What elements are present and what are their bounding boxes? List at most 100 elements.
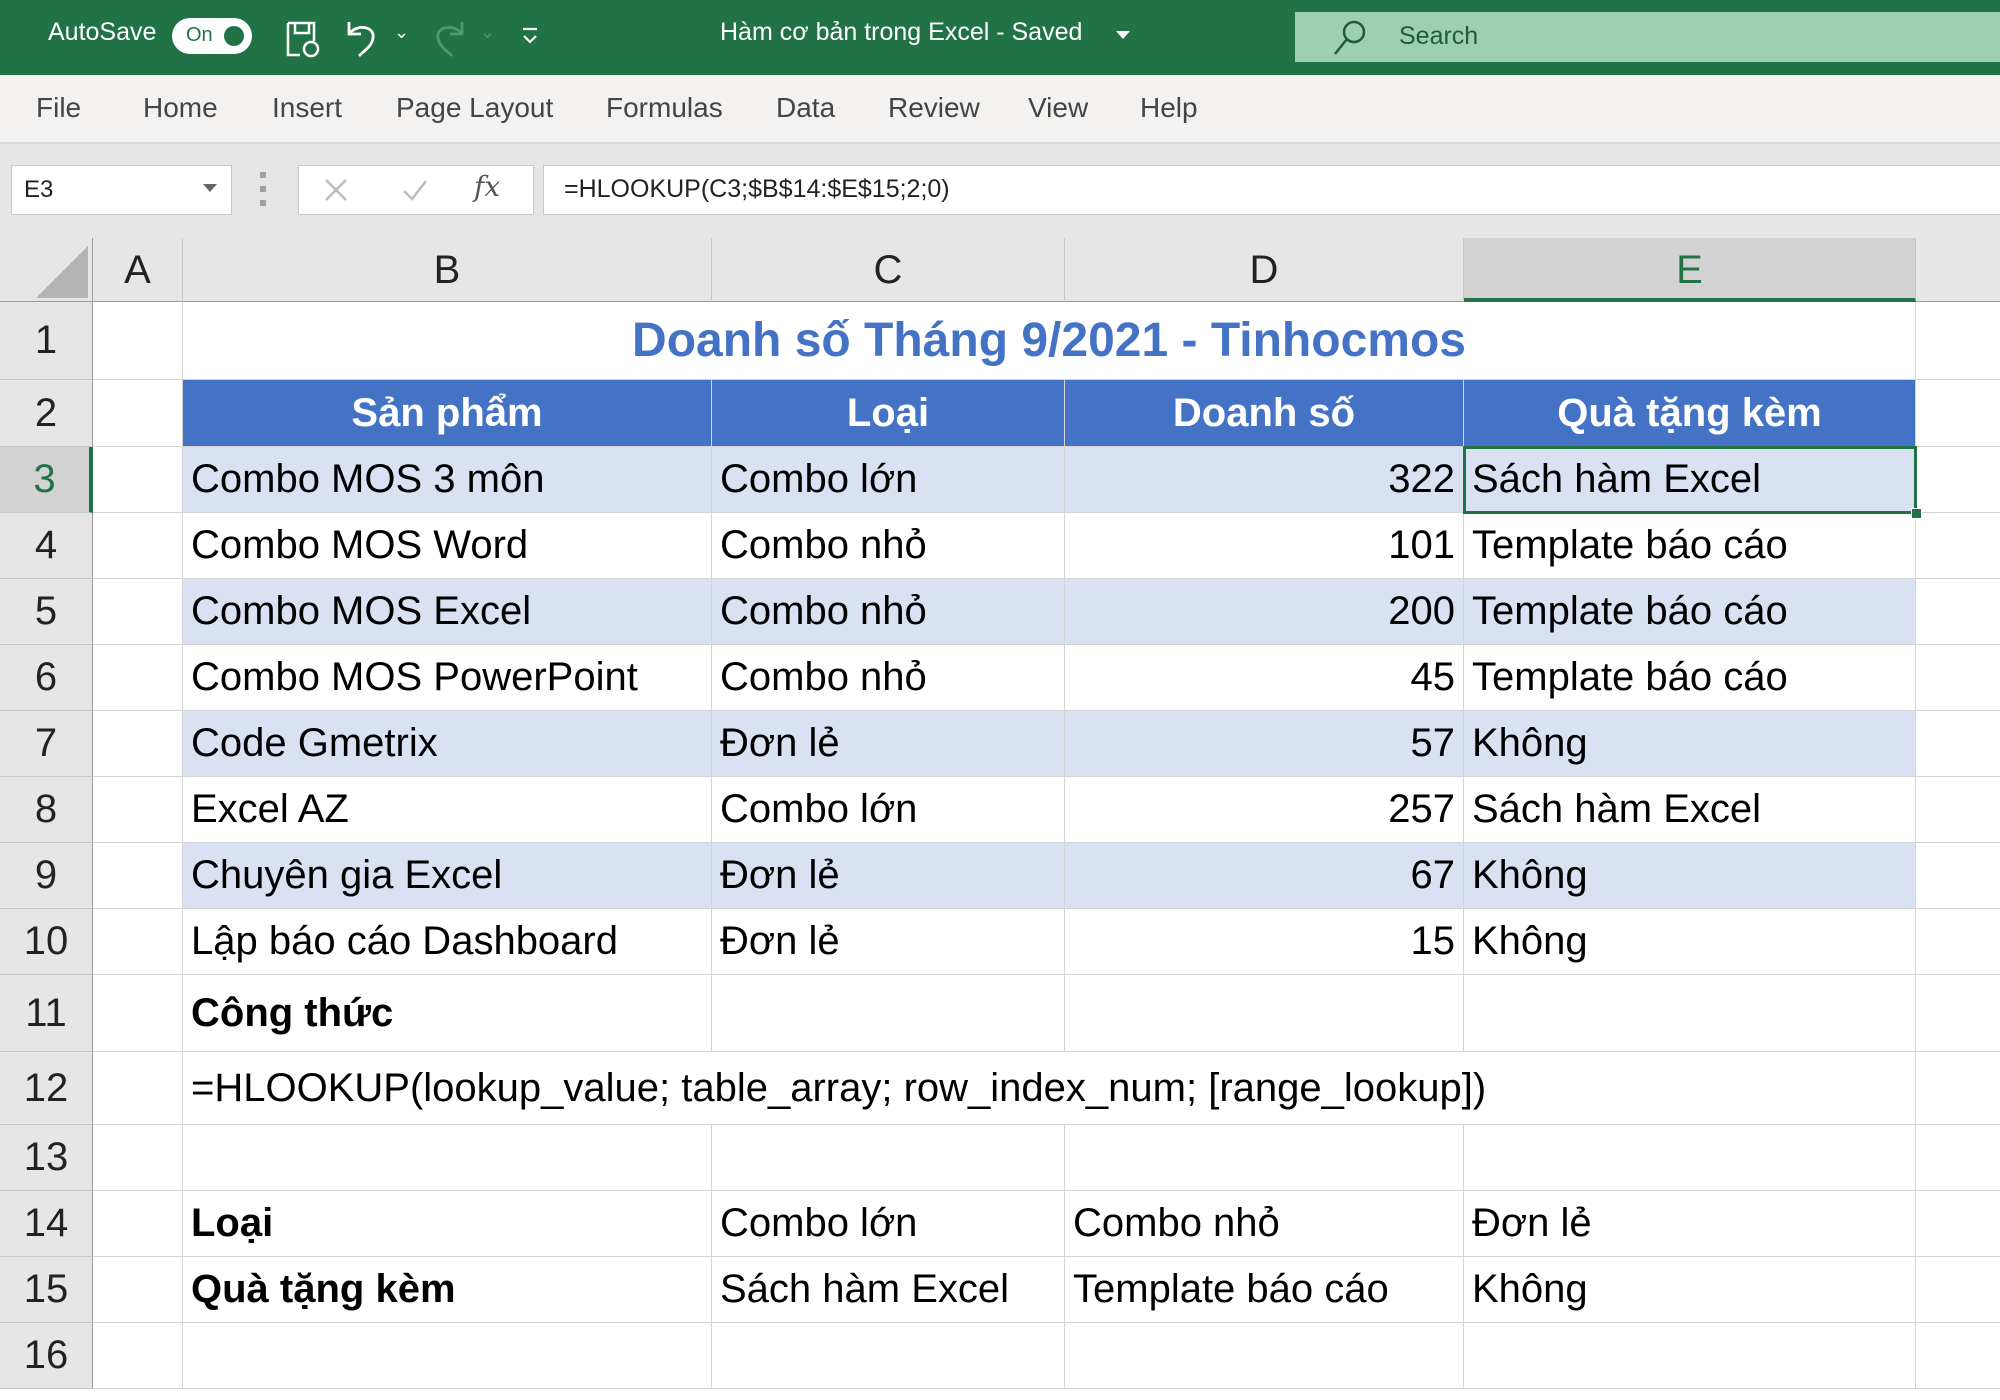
cell-f9[interactable] <box>1916 843 2000 909</box>
cell-a11[interactable] <box>93 975 183 1052</box>
row-header-16[interactable]: 16 <box>0 1323 93 1389</box>
cell-gift[interactable]: Template báo cáo <box>1464 513 1916 579</box>
tab-data[interactable]: Data <box>776 92 835 124</box>
tab-file[interactable]: File <box>36 92 81 124</box>
row-header-8[interactable]: 8 <box>0 777 93 843</box>
cell-f11[interactable] <box>1916 975 2000 1052</box>
tab-page-layout[interactable]: Page Layout <box>396 92 553 124</box>
lookup-gift-value[interactable]: Template báo cáo <box>1065 1257 1464 1323</box>
cell-a15[interactable] <box>93 1257 183 1323</box>
formula-bar-grip-icon[interactable] <box>260 172 266 206</box>
cell-f1[interactable] <box>1916 302 2000 380</box>
cell-a5[interactable] <box>93 579 183 645</box>
cell-f16[interactable] <box>1916 1323 2000 1389</box>
cell-sales[interactable]: 101 <box>1065 513 1464 579</box>
cancel-icon[interactable] <box>323 177 349 203</box>
cell-f8[interactable] <box>1916 777 2000 843</box>
tab-insert[interactable]: Insert <box>272 92 342 124</box>
cell-a8[interactable] <box>93 777 183 843</box>
name-box-dropdown-icon[interactable] <box>203 184 217 192</box>
cell-a13[interactable] <box>93 1125 183 1191</box>
cell-gift[interactable]: Sách hàm Excel <box>1464 777 1916 843</box>
table-header-gift[interactable]: Quà tặng kèm <box>1464 380 1916 447</box>
tab-review[interactable]: Review <box>888 92 980 124</box>
cell-a10[interactable] <box>93 909 183 975</box>
cell-f15[interactable] <box>1916 1257 2000 1323</box>
cell-f3[interactable] <box>1916 447 2000 513</box>
cell-product[interactable]: Code Gmetrix <box>183 711 712 777</box>
row-header-5[interactable]: 5 <box>0 579 93 645</box>
tab-view[interactable]: View <box>1028 92 1088 124</box>
column-header-d[interactable]: D <box>1065 238 1464 302</box>
cell-f12[interactable] <box>1916 1052 2000 1125</box>
tab-help[interactable]: Help <box>1140 92 1198 124</box>
cell-d11[interactable] <box>1065 975 1464 1052</box>
cell-e16[interactable] <box>1464 1323 1916 1389</box>
cell-c11[interactable] <box>712 975 1065 1052</box>
cell-f14[interactable] <box>1916 1191 2000 1257</box>
cell-sales[interactable]: 200 <box>1065 579 1464 645</box>
cell-sales[interactable]: 57 <box>1065 711 1464 777</box>
cell-f7[interactable] <box>1916 711 2000 777</box>
cell-b13[interactable] <box>183 1125 712 1191</box>
cell-a1[interactable] <box>93 302 183 380</box>
insert-function-icon[interactable]: fx <box>474 170 500 203</box>
column-header-b[interactable]: B <box>183 238 712 302</box>
cell-a14[interactable] <box>93 1191 183 1257</box>
cell-a3[interactable] <box>93 447 183 513</box>
cell-type[interactable]: Combo lớn <box>712 447 1065 513</box>
cell-gift[interactable]: Không <box>1464 711 1916 777</box>
lookup-gift-value[interactable]: Không <box>1464 1257 1916 1323</box>
formula-syntax[interactable]: =HLOOKUP(lookup_value; table_array; row_… <box>183 1052 1916 1125</box>
tab-formulas[interactable]: Formulas <box>606 92 723 124</box>
autosave-toggle[interactable]: On <box>172 18 252 54</box>
column-header-e[interactable]: E <box>1464 238 1916 302</box>
redo-icon[interactable] <box>432 18 466 58</box>
lookup-row-label-type[interactable]: Loại <box>183 1191 712 1257</box>
cell-type[interactable]: Combo lớn <box>712 777 1065 843</box>
cell-a2[interactable] <box>93 380 183 447</box>
cell-f4[interactable] <box>1916 513 2000 579</box>
lookup-type-value[interactable]: Combo nhỏ <box>1065 1191 1464 1257</box>
row-header-4[interactable]: 4 <box>0 513 93 579</box>
cell-a16[interactable] <box>93 1323 183 1389</box>
cell-sales[interactable]: 15 <box>1065 909 1464 975</box>
row-header-2[interactable]: 2 <box>0 380 93 447</box>
column-header-a[interactable]: A <box>93 238 183 302</box>
lookup-row-label-gift[interactable]: Quà tặng kèm <box>183 1257 712 1323</box>
row-header-11[interactable]: 11 <box>0 975 93 1052</box>
cell-c16[interactable] <box>712 1323 1065 1389</box>
table-header-type[interactable]: Loại <box>712 380 1065 447</box>
customize-qat-icon[interactable] <box>520 26 540 48</box>
cell-sales[interactable]: 322 <box>1065 447 1464 513</box>
cell-e13[interactable] <box>1464 1125 1916 1191</box>
cell-a9[interactable] <box>93 843 183 909</box>
row-header-9[interactable]: 9 <box>0 843 93 909</box>
cell-type[interactable]: Đơn lẻ <box>712 711 1065 777</box>
redo-dropdown-icon[interactable]: ⌄ <box>480 22 495 43</box>
cell-sales[interactable]: 257 <box>1065 777 1464 843</box>
fill-handle[interactable] <box>1911 508 1922 519</box>
lookup-gift-value[interactable]: Sách hàm Excel <box>712 1257 1065 1323</box>
cell-product[interactable]: Combo MOS Word <box>183 513 712 579</box>
cell-a4[interactable] <box>93 513 183 579</box>
undo-dropdown-icon[interactable]: ⌄ <box>394 22 409 43</box>
cell-d13[interactable] <box>1065 1125 1464 1191</box>
cell-product[interactable]: Combo MOS 3 môn <box>183 447 712 513</box>
cell-gift[interactable]: Template báo cáo <box>1464 579 1916 645</box>
column-header-f[interactable] <box>1916 238 2000 302</box>
cell-type[interactable]: Đơn lẻ <box>712 843 1065 909</box>
lookup-type-value[interactable]: Đơn lẻ <box>1464 1191 1916 1257</box>
cell-product[interactable]: Excel AZ <box>183 777 712 843</box>
cell-f6[interactable] <box>1916 645 2000 711</box>
column-header-c[interactable]: C <box>712 238 1065 302</box>
row-header-3[interactable]: 3 <box>0 447 93 513</box>
cell-type[interactable]: Combo nhỏ <box>712 579 1065 645</box>
cell-f2[interactable] <box>1916 380 2000 447</box>
cell-f5[interactable] <box>1916 579 2000 645</box>
tab-home[interactable]: Home <box>143 92 218 124</box>
row-header-12[interactable]: 12 <box>0 1052 93 1125</box>
row-header-1[interactable]: 1 <box>0 302 93 380</box>
cell-f10[interactable] <box>1916 909 2000 975</box>
cell-type[interactable]: Đơn lẻ <box>712 909 1065 975</box>
